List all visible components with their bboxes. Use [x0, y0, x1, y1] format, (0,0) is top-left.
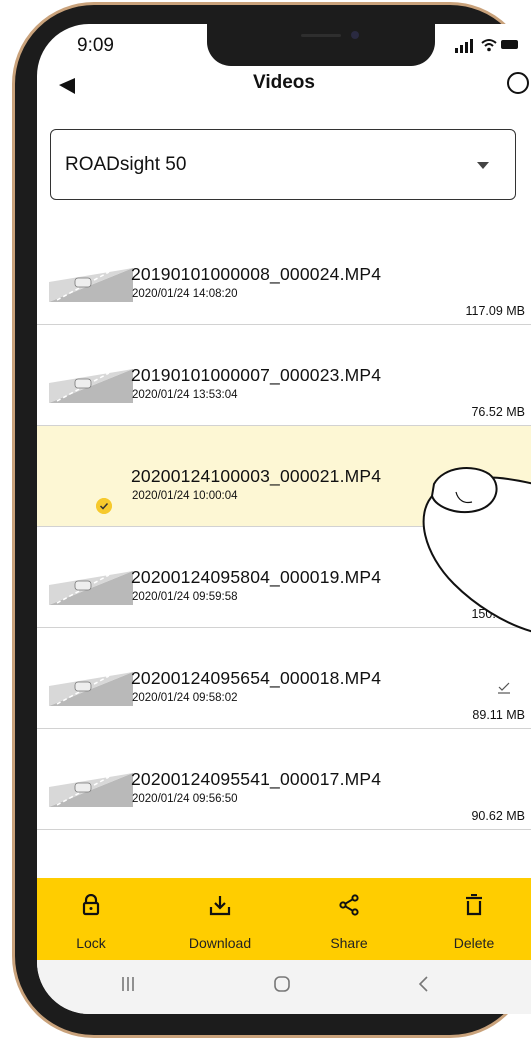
video-thumbnail: [49, 369, 133, 403]
page-title: Videos: [253, 72, 315, 93]
video-datetime: 2020/01/24 09:58:02: [132, 692, 238, 704]
wifi-icon: [481, 39, 497, 52]
video-filesize: 90.62 MB: [471, 809, 525, 823]
back-nav-icon[interactable]: [417, 975, 429, 993]
video-list-item[interactable]: 20200124095804_000019.MP4 2020/01/24 09:…: [37, 527, 531, 628]
download-icon: [209, 896, 231, 916]
share-button[interactable]: Share: [299, 878, 399, 960]
video-filename: 20190101000008_000024.MP4: [131, 264, 382, 284]
share-label: Share: [330, 935, 368, 951]
device-select[interactable]: ROADsight 50: [50, 129, 516, 200]
status-icons: [455, 37, 519, 53]
video-list: 20190101000008_000024.MP4 2020/01/24 14:…: [37, 224, 531, 830]
checkmark-icon: [96, 498, 112, 514]
home-icon[interactable]: [273, 975, 291, 993]
video-datetime: 2020/01/24 09:59:58: [132, 591, 238, 603]
lock-button[interactable]: Lock: [41, 878, 141, 960]
video-datetime: 2020/01/24 14:08:20: [132, 288, 238, 300]
video-filename: 20200124095804_000019.MP4: [131, 567, 382, 587]
video-filename: 20200124100003_000021.MP4: [131, 466, 382, 486]
delete-icon: [466, 894, 482, 916]
video-list-item[interactable]: 20190101000007_000023.MP4 2020/01/24 13:…: [37, 325, 531, 426]
status-time: 9:09: [77, 35, 114, 56]
device-select-value: ROADsight 50: [65, 154, 187, 175]
share-icon: [339, 894, 359, 916]
video-filename: 20200124095541_000017.MP4: [131, 769, 382, 789]
video-filesize: 76.52 MB: [471, 405, 525, 419]
system-navigation-bar: [37, 960, 531, 1014]
speaker-grille: [301, 34, 341, 37]
app-screen: 9:09 Videos ROADsight 50 20190101000008_…: [37, 24, 531, 1014]
delete-label: Delete: [453, 935, 495, 951]
download-button[interactable]: Download: [170, 878, 270, 960]
select-all-circle-icon[interactable]: [507, 72, 529, 94]
video-list-item[interactable]: 20200124095541_000017.MP4 2020/01/24 09:…: [37, 729, 531, 830]
download-label: Download: [188, 935, 252, 951]
video-filename: 20200124095654_000018.MP4: [131, 668, 382, 688]
video-datetime: 2020/01/24 10:00:04: [132, 490, 238, 502]
video-filename: 20190101000007_000023.MP4: [131, 365, 382, 385]
video-filesize: 150.9 MB: [471, 607, 525, 621]
video-thumbnail: [49, 268, 133, 302]
video-thumbnail: [49, 672, 133, 706]
video-thumbnail: [49, 773, 133, 807]
front-camera: [351, 31, 359, 39]
downloaded-check-icon: [498, 682, 510, 694]
video-filesize: 89.11 MB: [472, 708, 525, 722]
video-datetime: 2020/01/24 09:56:50: [132, 793, 238, 805]
lock-icon: [82, 894, 100, 916]
lock-label: Lock: [76, 935, 106, 951]
delete-button[interactable]: Delete: [424, 878, 524, 960]
video-list-item[interactable]: 20200124095654_000018.MP4 2020/01/24 09:…: [37, 628, 531, 729]
dropdown-caret-icon: [477, 162, 489, 169]
video-list-item-selected[interactable]: 20200124100003_000021.MP4 2020/01/24 10:…: [37, 426, 531, 527]
action-bar: Lock Download Share Delete: [37, 878, 531, 960]
header-bar: Videos: [37, 68, 531, 118]
video-thumbnail: [49, 571, 133, 605]
phone-notch: [207, 24, 435, 66]
video-filesize: 117.09 MB: [465, 304, 525, 318]
video-datetime: 2020/01/24 13:53:04: [132, 389, 238, 401]
video-list-item[interactable]: 20190101000008_000024.MP4 2020/01/24 14:…: [37, 224, 531, 325]
battery-icon: [501, 40, 518, 49]
recent-apps-icon[interactable]: [121, 975, 135, 993]
